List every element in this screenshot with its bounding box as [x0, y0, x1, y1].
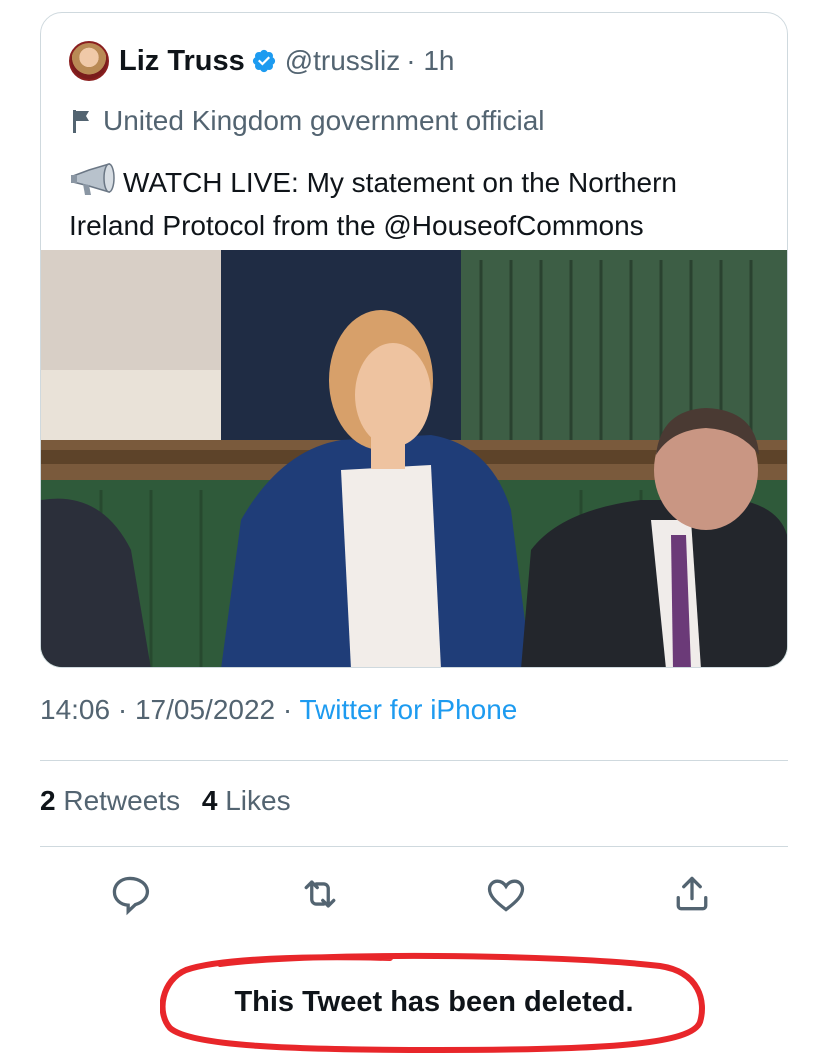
retweets-stat[interactable]: 2 Retweets — [40, 785, 180, 816]
deleted-notice: This Tweet has been deleted. — [160, 950, 708, 1054]
retweets-count: 2 — [40, 785, 56, 816]
tweet-date[interactable]: 17/05/2022 — [135, 694, 275, 725]
meta-separator: · — [117, 694, 128, 725]
tweet-text: WATCH LIVE: My statement on the Northern… — [69, 161, 769, 247]
share-icon[interactable] — [670, 872, 714, 916]
megaphone-icon — [71, 162, 115, 195]
tweet-body: WATCH LIVE: My statement on the Northern… — [69, 167, 677, 241]
verified-badge-icon — [252, 49, 275, 73]
tweet-stats: 2 Retweets 4 Likes — [40, 785, 291, 817]
label-text: United Kingdom government official — [103, 105, 545, 136]
author-handle[interactable]: @trussliz — [285, 45, 401, 77]
likes-count: 4 — [201, 785, 218, 816]
author-row: Liz Truss @trussliz · 1h — [69, 41, 455, 81]
tweet-meta: 14:06 · 17/05/2022 · Twitter for iPhone — [40, 694, 517, 726]
author-name[interactable]: Liz Truss — [119, 45, 245, 78]
like-icon[interactable] — [484, 872, 528, 916]
divider — [40, 846, 788, 847]
retweet-icon[interactable] — [298, 872, 342, 916]
divider — [40, 760, 788, 761]
flag-icon — [73, 110, 89, 133]
video-frame-image — [41, 250, 787, 667]
reply-icon[interactable] — [108, 872, 152, 916]
likes-stat[interactable]: 4 Likes — [202, 785, 291, 816]
tweet-time-ago: · 1h — [406, 45, 455, 76]
meta-separator: · — [282, 694, 293, 725]
likes-label: Likes — [225, 785, 291, 816]
tweet-time[interactable]: 14:06 — [40, 694, 110, 725]
tweet-video-thumbnail[interactable] — [41, 250, 787, 667]
government-label[interactable]: United Kingdom government official — [69, 105, 545, 137]
avatar[interactable] — [69, 41, 109, 81]
tweet-actions — [40, 868, 788, 924]
tweet-source-link[interactable]: Twitter for iPhone — [300, 694, 518, 725]
quoted-tweet-card[interactable]: Liz Truss @trussliz · 1h United Kingdom … — [40, 12, 788, 668]
deleted-notice-text: This Tweet has been deleted. — [234, 985, 634, 1018]
retweets-label: Retweets — [63, 785, 181, 816]
